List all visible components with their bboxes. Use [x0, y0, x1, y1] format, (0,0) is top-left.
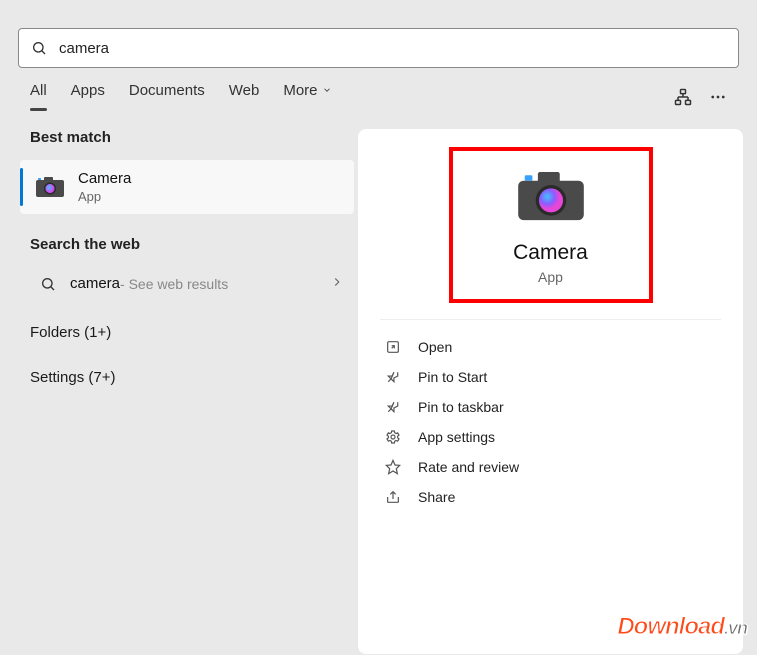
best-match-type: App [78, 189, 131, 204]
results-column: Best match Camera App Search the web [14, 129, 354, 654]
web-hint: - See web results [120, 276, 228, 292]
share-icon [384, 489, 402, 505]
action-pin-start-label: Pin to Start [418, 369, 487, 385]
action-rate-label: Rate and review [418, 459, 519, 475]
best-match-text: Camera App [78, 170, 131, 204]
search-icon [31, 40, 47, 56]
best-match-item[interactable]: Camera App [20, 160, 354, 214]
divider [380, 319, 721, 320]
chevron-right-icon [330, 275, 344, 292]
action-app-settings-label: App settings [418, 429, 495, 445]
action-pin-taskbar[interactable]: Pin to taskbar [380, 392, 721, 422]
tabs-right-actions [673, 87, 727, 107]
search-icon [40, 276, 56, 292]
tab-documents[interactable]: Documents [129, 82, 205, 111]
tabs-row: All Apps Documents Web More [0, 68, 757, 111]
tab-web[interactable]: Web [229, 82, 260, 111]
hero-title: Camera [463, 241, 639, 265]
best-match-name: Camera [78, 170, 131, 187]
action-share-label: Share [418, 489, 455, 505]
hero-subtitle: App [463, 269, 639, 285]
action-rate[interactable]: Rate and review [380, 452, 721, 482]
more-icon[interactable] [709, 88, 727, 106]
action-open-label: Open [418, 339, 452, 355]
tab-more[interactable]: More [283, 82, 331, 111]
preview-panel: Camera App Open Pin to Start Pin to task… [358, 129, 743, 654]
camera-thumb-icon [34, 171, 66, 203]
search-area [0, 0, 757, 68]
star-icon [384, 459, 402, 475]
folders-section[interactable]: Folders (1+) [30, 310, 354, 355]
action-open[interactable]: Open [380, 332, 721, 362]
tab-more-label: More [283, 82, 317, 99]
pin-icon [384, 369, 402, 385]
web-query: camera [70, 275, 120, 292]
watermark-main: Download [617, 613, 724, 640]
tab-all[interactable]: All [30, 82, 47, 111]
search-web-title: Search the web [30, 236, 354, 253]
action-share[interactable]: Share [380, 482, 721, 512]
action-app-settings[interactable]: App settings [380, 422, 721, 452]
org-chart-icon[interactable] [673, 87, 693, 107]
action-pin-start[interactable]: Pin to Start [380, 362, 721, 392]
tabs-left: All Apps Documents Web More [30, 82, 332, 111]
pin-icon [384, 399, 402, 415]
hero-highlight-box: Camera App [449, 147, 653, 303]
best-match-title: Best match [30, 129, 354, 146]
chevron-down-icon [322, 82, 332, 99]
action-pin-taskbar-label: Pin to taskbar [418, 399, 504, 415]
gear-icon [384, 429, 402, 445]
watermark-suffix: .vn [724, 618, 747, 638]
camera-hero-icon [463, 169, 639, 223]
content-area: Best match Camera App Search the web [0, 129, 757, 654]
tab-apps[interactable]: Apps [71, 82, 105, 111]
settings-section[interactable]: Settings (7+) [30, 355, 354, 400]
search-input[interactable] [59, 40, 726, 57]
search-box[interactable] [18, 28, 739, 68]
web-result-item[interactable]: camera - See web results [30, 267, 354, 300]
open-icon [384, 339, 402, 355]
watermark: Download.vn [617, 613, 747, 641]
